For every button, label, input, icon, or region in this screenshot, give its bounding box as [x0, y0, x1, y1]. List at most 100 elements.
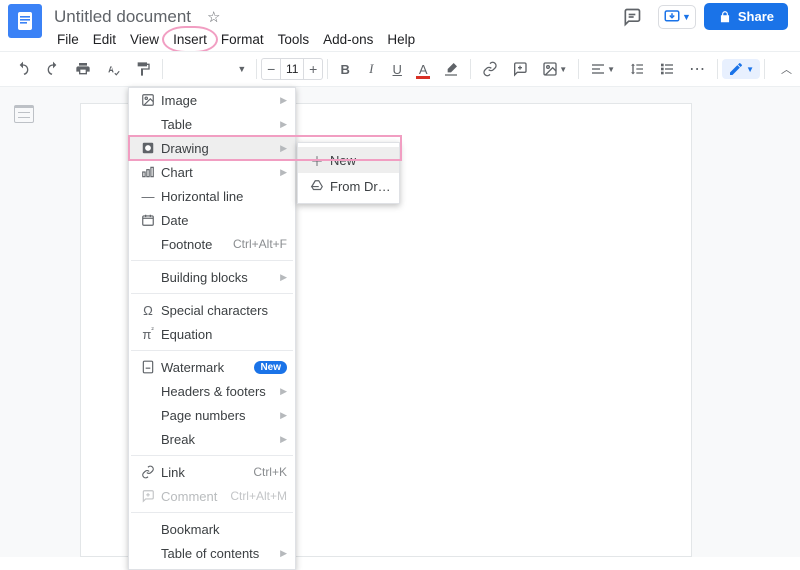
menu-separator	[131, 455, 293, 456]
comment-history-icon[interactable]	[622, 7, 642, 27]
menu-separator	[131, 260, 293, 261]
shortcut-label: Ctrl+Alt+M	[230, 489, 287, 503]
present-dropdown-button[interactable]: ▼	[658, 5, 696, 29]
comment-icon	[137, 489, 159, 503]
menu-separator	[131, 512, 293, 513]
menu-label: Headers & footers	[159, 384, 280, 399]
font-size-control[interactable]: − 11 +	[261, 58, 323, 80]
shortcut-label: Ctrl+Alt+F	[233, 237, 287, 251]
menu-label: Comment	[159, 489, 230, 504]
menu-label: Watermark	[159, 360, 254, 375]
menu-format[interactable]: Format	[214, 29, 271, 50]
workspace: Image ▶ Table ▶ Drawing ▶ Chart ▶ — Hori…	[0, 87, 800, 557]
bold-button[interactable]: B	[335, 57, 355, 81]
line-spacing-button[interactable]	[625, 57, 649, 81]
omega-icon: Ω	[137, 303, 159, 318]
plus-icon: ＋	[306, 151, 328, 170]
menu-file[interactable]: File	[50, 29, 86, 50]
menu-separator	[131, 293, 293, 294]
shortcut-label: Ctrl+K	[253, 465, 287, 479]
watermark-icon	[137, 360, 159, 374]
insert-date-item[interactable]: Date	[129, 208, 295, 232]
drawing-from-drive-item[interactable]: From Drive	[298, 173, 399, 199]
checklist-button[interactable]	[655, 57, 679, 81]
submenu-arrow-icon: ▶	[280, 167, 287, 178]
paint-format-button[interactable]	[131, 57, 155, 81]
submenu-arrow-icon: ▶	[280, 272, 287, 283]
menu-label: Drawing	[159, 141, 280, 156]
caret-down-icon[interactable]: ▼	[237, 64, 246, 74]
increase-font-button[interactable]: +	[304, 61, 322, 77]
insert-break-item[interactable]: Break ▶	[129, 427, 295, 451]
insert-menu-panel: Image ▶ Table ▶ Drawing ▶ Chart ▶ — Hori…	[128, 87, 296, 570]
menu-label: Link	[159, 465, 253, 480]
editing-mode-button[interactable]: ▼	[722, 59, 760, 79]
menu-addons[interactable]: Add-ons	[316, 29, 380, 50]
menu-label: Special characters	[159, 303, 287, 318]
divider	[764, 59, 765, 79]
docs-logo-icon[interactable]	[8, 4, 42, 38]
star-icon[interactable]: ☆	[207, 8, 220, 26]
insert-equation-item[interactable]: π² Equation	[129, 322, 295, 346]
caret-down-icon: ▼	[682, 12, 691, 22]
more-tools-button[interactable]: ⋯	[685, 57, 710, 81]
insert-page-numbers-item[interactable]: Page numbers ▶	[129, 403, 295, 427]
insert-image-button[interactable]: ▼	[538, 57, 571, 81]
insert-headers-footers-item[interactable]: Headers & footers ▶	[129, 379, 295, 403]
menu-label: Footnote	[159, 237, 233, 252]
submenu-arrow-icon: ▶	[280, 410, 287, 421]
menu-label: Bookmark	[159, 522, 287, 537]
collapse-toolbar-button[interactable]: ︿	[781, 61, 792, 77]
drawing-new-item[interactable]: ＋ New	[298, 147, 399, 173]
font-size-value[interactable]: 11	[280, 59, 304, 79]
insert-image-item[interactable]: Image ▶	[129, 88, 295, 112]
divider	[578, 59, 579, 79]
document-outline-icon[interactable]	[14, 105, 34, 123]
menu-label: Page numbers	[159, 408, 280, 423]
insert-special-characters-item[interactable]: Ω Special characters	[129, 298, 295, 322]
insert-table-item[interactable]: Table ▶	[129, 112, 295, 136]
align-button[interactable]: ▼	[586, 57, 619, 81]
divider	[717, 59, 718, 79]
date-icon	[137, 213, 159, 227]
insert-drawing-item[interactable]: Drawing ▶	[129, 136, 295, 160]
submenu-arrow-icon: ▶	[280, 434, 287, 445]
insert-watermark-item[interactable]: Watermark New	[129, 355, 295, 379]
menu-insert[interactable]: Insert	[166, 29, 214, 50]
redo-button[interactable]	[41, 57, 65, 81]
print-button[interactable]	[71, 57, 95, 81]
insert-building-blocks-item[interactable]: Building blocks ▶	[129, 265, 295, 289]
spellcheck-button[interactable]	[101, 57, 125, 81]
insert-footnote-item[interactable]: Footnote Ctrl+Alt+F	[129, 232, 295, 256]
undo-button[interactable]	[11, 57, 35, 81]
decrease-font-button[interactable]: −	[262, 61, 280, 77]
divider	[162, 59, 163, 79]
menu-label: Building blocks	[159, 270, 280, 285]
submenu-arrow-icon: ▶	[280, 95, 287, 106]
underline-button[interactable]: U	[387, 57, 407, 81]
title-bar: Untitled document ☆ ▼ Share	[0, 0, 800, 27]
insert-horizontal-line-item[interactable]: — Horizontal line	[129, 184, 295, 208]
insert-toc-item[interactable]: Table of contents ▶	[129, 541, 295, 565]
divider	[327, 59, 328, 79]
menu-label: Chart	[159, 165, 280, 180]
insert-link-item[interactable]: Link Ctrl+K	[129, 460, 295, 484]
divider	[470, 59, 471, 79]
caret-down-icon: ▼	[746, 65, 754, 74]
highlight-color-button[interactable]	[439, 57, 463, 81]
italic-button[interactable]: I	[361, 57, 381, 81]
insert-bookmark-item[interactable]: Bookmark	[129, 517, 295, 541]
menu-label: New	[328, 153, 391, 168]
text-color-button[interactable]: A	[413, 57, 433, 81]
insert-comment-item: Comment Ctrl+Alt+M	[129, 484, 295, 508]
insert-comment-button[interactable]	[508, 57, 532, 81]
insert-chart-item[interactable]: Chart ▶	[129, 160, 295, 184]
menu-help[interactable]: Help	[380, 29, 422, 50]
menu-view[interactable]: View	[123, 29, 166, 50]
menu-separator	[131, 350, 293, 351]
share-button[interactable]: Share	[704, 3, 788, 30]
insert-link-button[interactable]	[478, 57, 502, 81]
menu-tools[interactable]: Tools	[271, 29, 317, 50]
document-title[interactable]: Untitled document	[54, 7, 191, 27]
menu-edit[interactable]: Edit	[86, 29, 123, 50]
